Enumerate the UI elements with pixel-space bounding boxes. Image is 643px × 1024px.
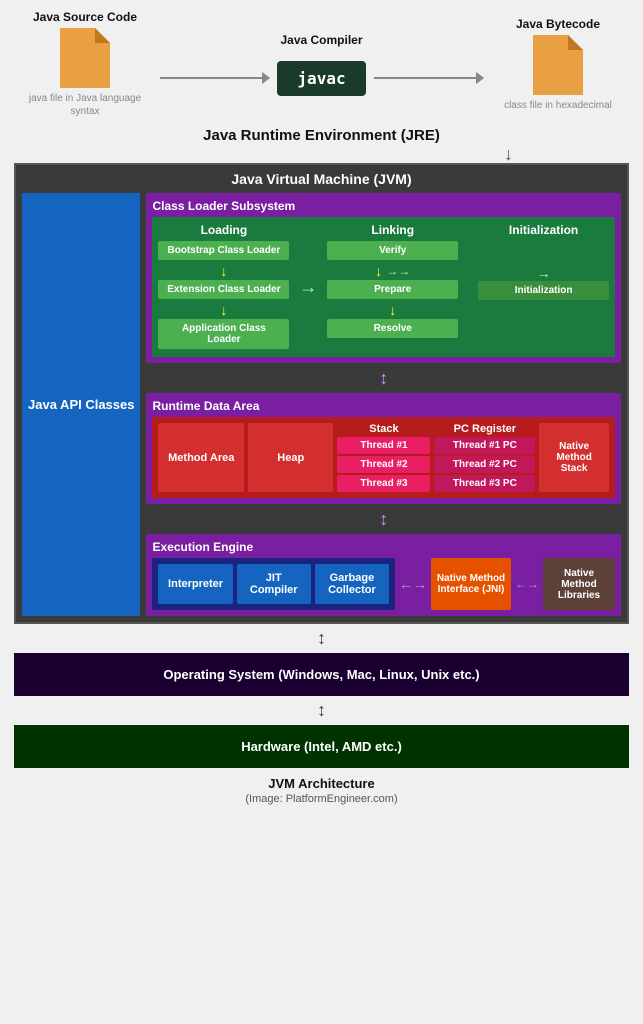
footer-title: JVM Architecture — [268, 776, 374, 791]
init-col-inner: → Initialization — [478, 241, 609, 302]
extension-loader: Extension Class Loader — [158, 280, 289, 299]
os-label: Operating System (Windows, Mac, Linux, U… — [163, 667, 479, 682]
linking-col-inner: Verify ↓ →→ Prepare ↓ Resolve — [327, 241, 458, 340]
os-box: Operating System (Windows, Mac, Linux, U… — [14, 653, 629, 696]
os-to-hw-arrow: ↕ — [14, 700, 629, 721]
bootstrap-loader: Bootstrap Class Loader — [158, 241, 289, 260]
gc-box: Garbage Collector — [315, 564, 389, 604]
bytecode-file-icon — [533, 35, 583, 95]
application-loader: Application Class Loader — [158, 319, 289, 349]
jvm-body: Java API Classes Class Loader Subsystem … — [22, 193, 621, 616]
init-arrow: → — [537, 265, 551, 281]
compiler-area: Java Compiler javac — [160, 33, 483, 96]
loading-title: Loading — [201, 223, 248, 237]
compiler-title: Java Compiler — [280, 33, 362, 47]
initialization-box: Initialization — [478, 281, 609, 300]
exec-section: Execution Engine Interpreter JIT Compile… — [146, 534, 621, 616]
jvm-to-os-arrow: ↕ — [14, 628, 629, 649]
jre-area: Java Runtime Environment (JRE) ↓ — [0, 123, 643, 163]
source-file-icon — [60, 28, 110, 88]
exec-blue: Interpreter JIT Compiler Garbage Collect… — [152, 558, 395, 610]
bootstrap-arrow: ↓ — [220, 264, 227, 278]
thread1-box: Thread #1 — [337, 437, 430, 454]
native-method-stack-box: Native Method Stack — [539, 423, 609, 492]
loading-to-linking-arrow: → — [295, 223, 321, 351]
jvm-right: Class Loader Subsystem Loading Bootstrap… — [146, 193, 621, 616]
linking-title: Linking — [371, 223, 414, 237]
exec-inner: Interpreter JIT Compiler Garbage Collect… — [152, 558, 615, 610]
interpreter-box: Interpreter — [158, 564, 232, 604]
resolve-box: Resolve — [327, 319, 458, 338]
prepare-row: ↓ →→ — [375, 262, 410, 280]
rda-to-exec-arrow: ↕ — [146, 510, 621, 528]
jvm-title: Java Virtual Machine (JVM) — [22, 171, 621, 187]
rda-title: Runtime Data Area — [152, 399, 615, 413]
cls-init: Initialization → Initialization — [478, 223, 609, 351]
pc-col: PC Register Thread #1 PC Thread #2 PC Th… — [434, 423, 535, 492]
cls-linking: Linking Verify ↓ →→ Prepare ↓ Resolve — [327, 223, 458, 351]
exec-title: Execution Engine — [152, 540, 615, 554]
java-api-sidebar: Java API Classes — [22, 193, 140, 616]
jre-down-arrow: ↓ — [0, 145, 643, 163]
bytecode-block: Java Bytecode class file in hexadecimal — [493, 17, 623, 112]
source-title: Java Source Code — [33, 10, 137, 24]
cls-subsystem: Class Loader Subsystem Loading Bootstrap… — [146, 193, 621, 363]
nmi-to-nml-arrow: ←→ — [515, 558, 539, 610]
pc-title: PC Register — [434, 423, 535, 435]
pc2-box: Thread #2 PC — [434, 456, 535, 473]
rda-section: Runtime Data Area Method Area Heap Stack… — [146, 393, 621, 504]
loading-col-inner: Bootstrap Class Loader ↓ Extension Class… — [158, 241, 289, 351]
compiler-to-bytecode-arrow — [374, 77, 483, 79]
jre-label: Java Runtime Environment (JRE) — [203, 121, 440, 144]
stack-col: Stack Thread #1 Thread #2 Thread #3 — [337, 423, 430, 492]
jit-box: JIT Compiler — [237, 564, 311, 604]
nml-box: Native Method Libraries — [543, 558, 615, 610]
source-block: Java Source Code java file in Java langu… — [20, 10, 150, 118]
compiler-box: javac — [277, 61, 365, 96]
native-method-stack-col: Native Method Stack — [539, 423, 609, 492]
nmi-box: Native Method Interface (JNI) — [431, 558, 511, 610]
hw-box: Hardware (Intel, AMD etc.) — [14, 725, 629, 768]
cls-inner: Loading Bootstrap Class Loader ↓ Extensi… — [152, 217, 615, 357]
linking-to-init-arrow — [464, 223, 472, 351]
verify-arrow: ↓ — [375, 264, 382, 278]
method-area-box: Method Area — [158, 423, 244, 492]
bytecode-caption: class file in hexadecimal — [504, 99, 612, 112]
exec-to-native-arrow: ←→ — [399, 558, 427, 610]
jvm-container: Java Virtual Machine (JVM) Java API Clas… — [14, 163, 629, 624]
extension-arrow: ↓ — [220, 303, 227, 317]
cls-loading: Loading Bootstrap Class Loader ↓ Extensi… — [158, 223, 289, 351]
link-to-init-arrow: →→ — [386, 264, 410, 278]
stack-title: Stack — [337, 423, 430, 435]
compiler-row: javac — [160, 61, 483, 96]
init-title: Initialization — [509, 223, 578, 237]
bytecode-title: Java Bytecode — [516, 17, 600, 31]
pc3-box: Thread #3 PC — [434, 475, 535, 492]
prepare-arrow: ↓ — [389, 303, 396, 317]
verify-box: Verify — [327, 241, 458, 260]
source-caption: java file in Java language syntax — [20, 92, 150, 118]
exec-right-col: Native Method Interface (JNI) ←→ Native … — [431, 558, 615, 610]
rda-inner: Method Area Heap Stack Thread #1 Thread … — [152, 417, 615, 498]
source-to-compiler-arrow — [160, 77, 269, 79]
top-section: Java Source Code java file in Java langu… — [0, 0, 643, 123]
cls-title: Class Loader Subsystem — [152, 199, 615, 213]
thread2-box: Thread #2 — [337, 456, 430, 473]
pc1-box: Thread #1 PC — [434, 437, 535, 454]
heap-box: Heap — [248, 423, 334, 492]
footer-subtitle: (Image: PlatformEngineer.com) — [245, 793, 397, 805]
prepare-box: Prepare — [327, 280, 458, 299]
cls-to-rda-arrow: ↕ — [146, 369, 621, 387]
thread3-box: Thread #3 — [337, 475, 430, 492]
hw-label: Hardware (Intel, AMD etc.) — [241, 739, 402, 754]
